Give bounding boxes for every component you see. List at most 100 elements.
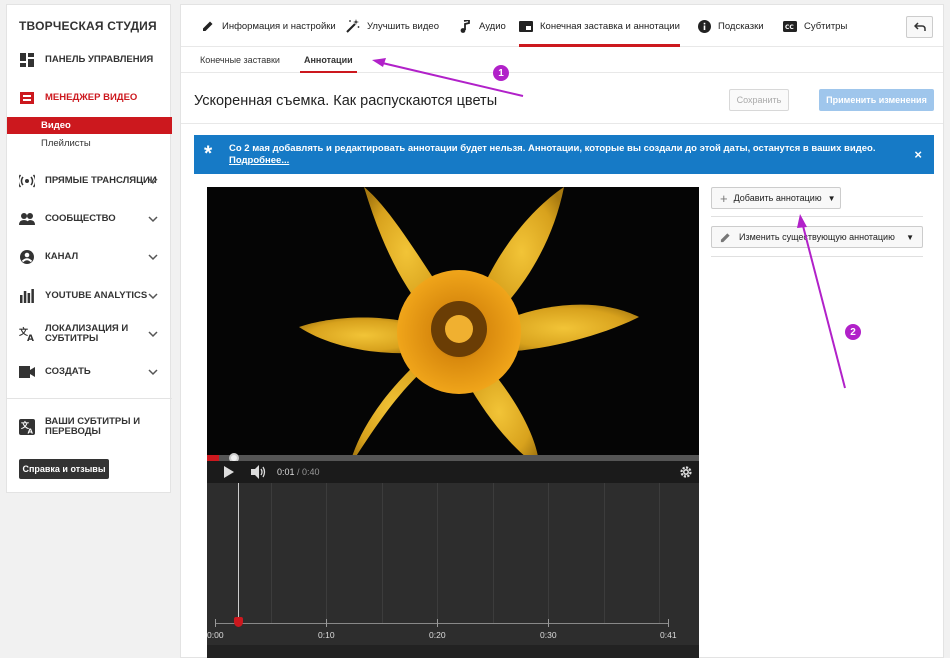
caret-down-icon: ▼ (906, 233, 914, 242)
sidebar-item-channel[interactable]: КАНАЛ (7, 243, 172, 271)
divider (181, 123, 943, 124)
asterisk-icon: * (204, 142, 213, 165)
callout-badge-1: 1 (493, 65, 509, 81)
timeline-label: 0:00 (207, 630, 224, 640)
chevron-down-icon (148, 331, 158, 338)
sidebar-subitem-videos[interactable]: Видео (7, 117, 172, 134)
sidebar-subitem-playlists[interactable]: Плейлисты (7, 135, 172, 152)
timeline-playhead[interactable] (238, 483, 239, 623)
main-panel: Информация и настройки Улучшить видео Ау… (180, 4, 944, 658)
sidebar-item-label: ПРЯМЫЕ ТРАНСЛЯЦИИ (45, 175, 157, 186)
endscreen-icon (519, 19, 533, 33)
analytics-icon (18, 287, 36, 305)
sidebar-item-video-manager[interactable]: МЕНЕДЖЕР ВИДЕО (7, 84, 172, 112)
chevron-down-icon (148, 293, 158, 300)
apply-changes-button[interactable]: Применить изменения (819, 89, 934, 111)
back-button[interactable] (906, 16, 933, 38)
sidebar-item-localization[interactable]: 文A ЛОКАЛИЗАЦИЯ И СУБТИТРЫ (7, 320, 172, 348)
timeline-tick (437, 619, 438, 627)
close-icon[interactable]: × (914, 147, 922, 162)
translate-icon: 文A (18, 325, 36, 343)
tab-endscreen-annotations[interactable]: Конечная заставка и аннотации (519, 5, 680, 47)
back-arrow-icon (913, 22, 926, 31)
timeline-grid-line (271, 483, 272, 623)
tab-audio[interactable]: Аудио (458, 5, 506, 47)
sidebar-item-label: ВАШИ СУБТИТРЫ И ПЕРЕВОДЫ (45, 416, 141, 437)
sidebar-item-dashboard[interactable]: ПАНЕЛЬ УПРАВЛЕНИЯ (7, 46, 172, 74)
timeline-grid-line (604, 483, 605, 623)
timeline-tick (548, 619, 549, 627)
help-feedback-button[interactable]: Справка и отзывы (19, 459, 109, 479)
edit-existing-annotation-dropdown[interactable]: Изменить существующую аннотацию ▼ (711, 226, 923, 248)
timeline-label: 0:10 (318, 630, 335, 640)
sidebar-item-label: КАНАЛ (45, 251, 79, 262)
sidebar-divider (7, 398, 172, 399)
divider (711, 256, 923, 257)
video-manager-icon (18, 89, 36, 107)
video-frame[interactable] (207, 187, 699, 455)
dashboard-icon (18, 51, 36, 69)
timeline-label: 0:30 (540, 630, 557, 640)
svg-text:A: A (27, 334, 34, 342)
tab-cards[interactable]: Подсказки (697, 5, 764, 47)
video-title: Ускоренная съемка. Как распускаются цвет… (194, 93, 498, 109)
video-camera-icon (18, 363, 36, 381)
sidebar-item-label: МЕНЕДЖЕР ВИДЕО (45, 92, 138, 103)
timeline-grid-line (326, 483, 327, 623)
sidebar-item-analytics[interactable]: YOUTUBE ANALYTICS (7, 282, 172, 310)
info-icon (697, 19, 711, 33)
callout-badge-2: 2 (845, 324, 861, 340)
time-display: 0:01 / 0:40 (277, 467, 320, 477)
timeline-grid-line (548, 483, 549, 623)
add-annotation-button[interactable]: + Добавить аннотацию ▼ (711, 187, 841, 209)
daffodil-image (207, 187, 699, 455)
closed-captions-icon: CC (783, 19, 797, 33)
magic-wand-icon (346, 19, 360, 33)
player-controls: 0:01 / 0:40 (207, 461, 699, 483)
play-icon[interactable] (223, 466, 235, 478)
editor-tabs: Информация и настройки Улучшить видео Ау… (181, 5, 943, 47)
timeline-tick (215, 619, 216, 627)
timeline-grid-line (437, 483, 438, 623)
timeline-tick (326, 619, 327, 627)
sidebar-item-label: СООБЩЕСТВО (45, 213, 116, 224)
sidebar-item-community[interactable]: СООБЩЕСТВО (7, 205, 172, 233)
caret-down-icon: ▼ (827, 193, 836, 203)
sidebar-item-your-subtitles[interactable]: 文A ВАШИ СУБТИТРЫ И ПЕРЕВОДЫ (7, 413, 172, 441)
timeline-axis (215, 623, 669, 624)
annotation-timeline[interactable]: 0:00 0:10 0:20 0:30 0:41 (207, 483, 699, 658)
pencil-icon (720, 232, 730, 242)
translate-icon: 文A (18, 418, 36, 436)
tab-enhance[interactable]: Улучшить видео (346, 5, 439, 47)
sidebar-item-live[interactable]: ПРЯМЫЕ ТРАНСЛЯЦИИ (7, 167, 172, 195)
studio-title: ТВОРЧЕСКАЯ СТУДИЯ (19, 19, 157, 33)
chevron-down-icon (148, 254, 158, 261)
learn-more-link[interactable]: Подробнее... (229, 155, 289, 166)
timeline-grid-line (659, 483, 660, 623)
sidebar: ТВОРЧЕСКАЯ СТУДИЯ ПАНЕЛЬ УПРАВЛЕНИЯ МЕНЕ… (6, 4, 172, 493)
timeline-footer (207, 645, 699, 658)
timeline-label: 0:20 (429, 630, 446, 640)
sidebar-item-create[interactable]: СОЗДАТЬ (7, 358, 172, 386)
music-note-icon (458, 19, 472, 33)
svg-text:CC: CC (785, 24, 794, 31)
chevron-down-icon (148, 216, 158, 223)
sidebar-item-label: ЛОКАЛИЗАЦИЯ И СУБТИТРЫ (45, 323, 129, 344)
timeline-marker[interactable] (234, 617, 243, 627)
subtab-endscreens[interactable]: Конечные заставки (200, 47, 280, 73)
subtab-annotations[interactable]: Аннотации (300, 47, 357, 73)
video-player: 0:01 / 0:40 0:00 0:10 0:20 0:30 0:41 (207, 187, 699, 658)
timeline-label: 0:41 (660, 630, 677, 640)
notice-banner: * Со 2 мая добавлять и редактировать анн… (194, 135, 934, 174)
notice-text: Со 2 мая добавлять и редактировать аннот… (229, 143, 876, 166)
gear-icon[interactable] (679, 465, 693, 479)
timeline-tick (668, 619, 669, 627)
tab-info-settings[interactable]: Информация и настройки (201, 5, 336, 47)
chevron-down-icon (148, 178, 158, 185)
tab-subtitles[interactable]: CC Субтитры (783, 5, 847, 47)
timeline-grid-line (382, 483, 383, 623)
volume-icon[interactable] (251, 465, 267, 479)
channel-icon (18, 248, 36, 266)
svg-text:A: A (28, 428, 34, 436)
save-button[interactable]: Сохранить (729, 89, 789, 111)
